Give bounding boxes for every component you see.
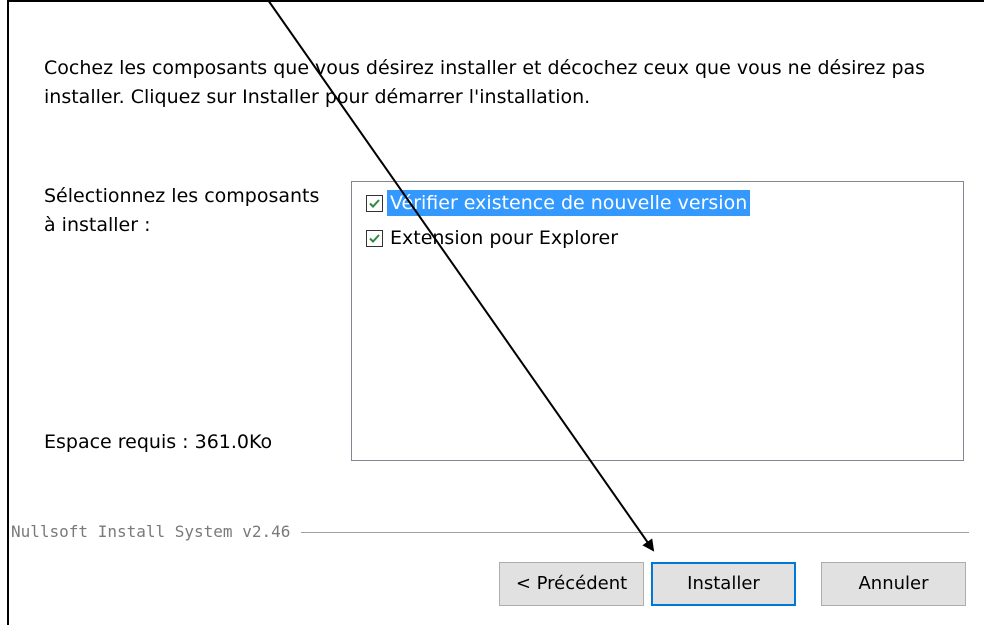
component-label: Extension pour Explorer xyxy=(390,227,618,249)
cancel-button[interactable]: Annuler xyxy=(821,562,966,606)
components-list[interactable]: Vérifier existence de nouvelle version E… xyxy=(351,181,964,461)
component-item-check-update[interactable]: Vérifier existence de nouvelle version xyxy=(366,189,751,217)
branding-text: Nullsoft Install System v2.46 xyxy=(11,522,291,541)
install-button[interactable]: Installer xyxy=(651,562,796,606)
installer-window: Cochez les composants que vous désirez i… xyxy=(7,0,984,625)
back-button[interactable]: < Précédent xyxy=(499,562,644,606)
instructions-text: Cochez les composants que vous désirez i… xyxy=(44,57,926,108)
separator-line xyxy=(301,532,969,534)
component-label: Vérifier existence de nouvelle version xyxy=(387,190,751,216)
checkbox-checked-icon[interactable] xyxy=(366,194,383,212)
component-item-explorer-extension[interactable]: Extension pour Explorer xyxy=(366,224,621,252)
branding-separator: Nullsoft Install System v2.46 xyxy=(9,522,977,542)
select-components-label: Sélectionnez les composants à installer … xyxy=(44,185,320,236)
checkbox-checked-icon[interactable] xyxy=(366,229,383,247)
space-required-label: Espace requis : 361.0Ko xyxy=(44,431,273,453)
